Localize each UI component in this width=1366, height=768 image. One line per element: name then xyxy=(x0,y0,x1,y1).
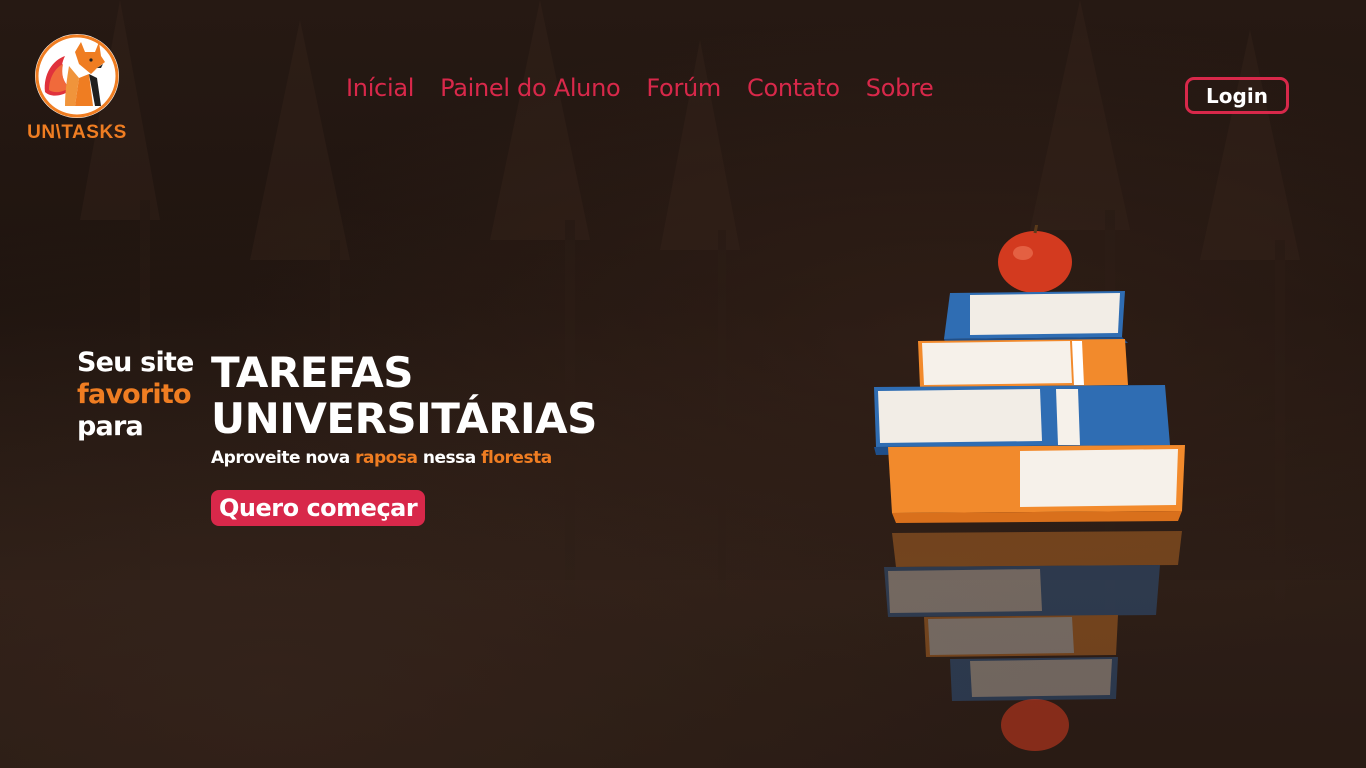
hero-lead-line-1: Seu site xyxy=(77,347,194,378)
hero-subtitle-floresta: floresta xyxy=(481,448,552,468)
nav-item-painel-do-aluno[interactable]: Painel do Aluno xyxy=(440,74,621,102)
hero-subtitle-raposa: raposa xyxy=(355,448,418,468)
nav-item-inicial[interactable]: Inícial xyxy=(346,74,414,102)
hero-subtitle-part-1: Aproveite nova xyxy=(211,448,356,468)
hero-subtitle: Aproveite nova raposa nessa floresta xyxy=(211,448,597,468)
hero-lead-line-2: favorito xyxy=(77,379,192,410)
hero-title-line-1: TAREFAS xyxy=(211,348,414,397)
nav-item-forum[interactable]: Forúm xyxy=(646,74,721,102)
nav-item-sobre[interactable]: Sobre xyxy=(866,74,934,102)
brand-name: UN\TASKS xyxy=(27,122,127,143)
hero-title-line-2: UNIVERSITÁRIAS xyxy=(211,394,597,443)
nav-item-contato[interactable]: Contato xyxy=(747,74,840,102)
start-button[interactable]: Quero começar xyxy=(211,490,426,526)
login-button[interactable]: Login xyxy=(1185,77,1289,114)
hero-lead-line-3: para xyxy=(77,411,144,442)
hero-subtitle-part-3: nessa xyxy=(417,448,482,468)
fox-logo-icon xyxy=(35,34,119,118)
hero-lead: Seu site favorito para xyxy=(77,347,217,443)
brand-logo[interactable]: UN\TASKS xyxy=(22,34,132,146)
books-with-apple-illustration xyxy=(860,222,1200,760)
main-nav: Inícial Painel do Aluno Forúm Contato So… xyxy=(346,74,934,102)
hero-main: TAREFAS UNIVERSITÁRIAS Aproveite nova ra… xyxy=(211,348,597,469)
